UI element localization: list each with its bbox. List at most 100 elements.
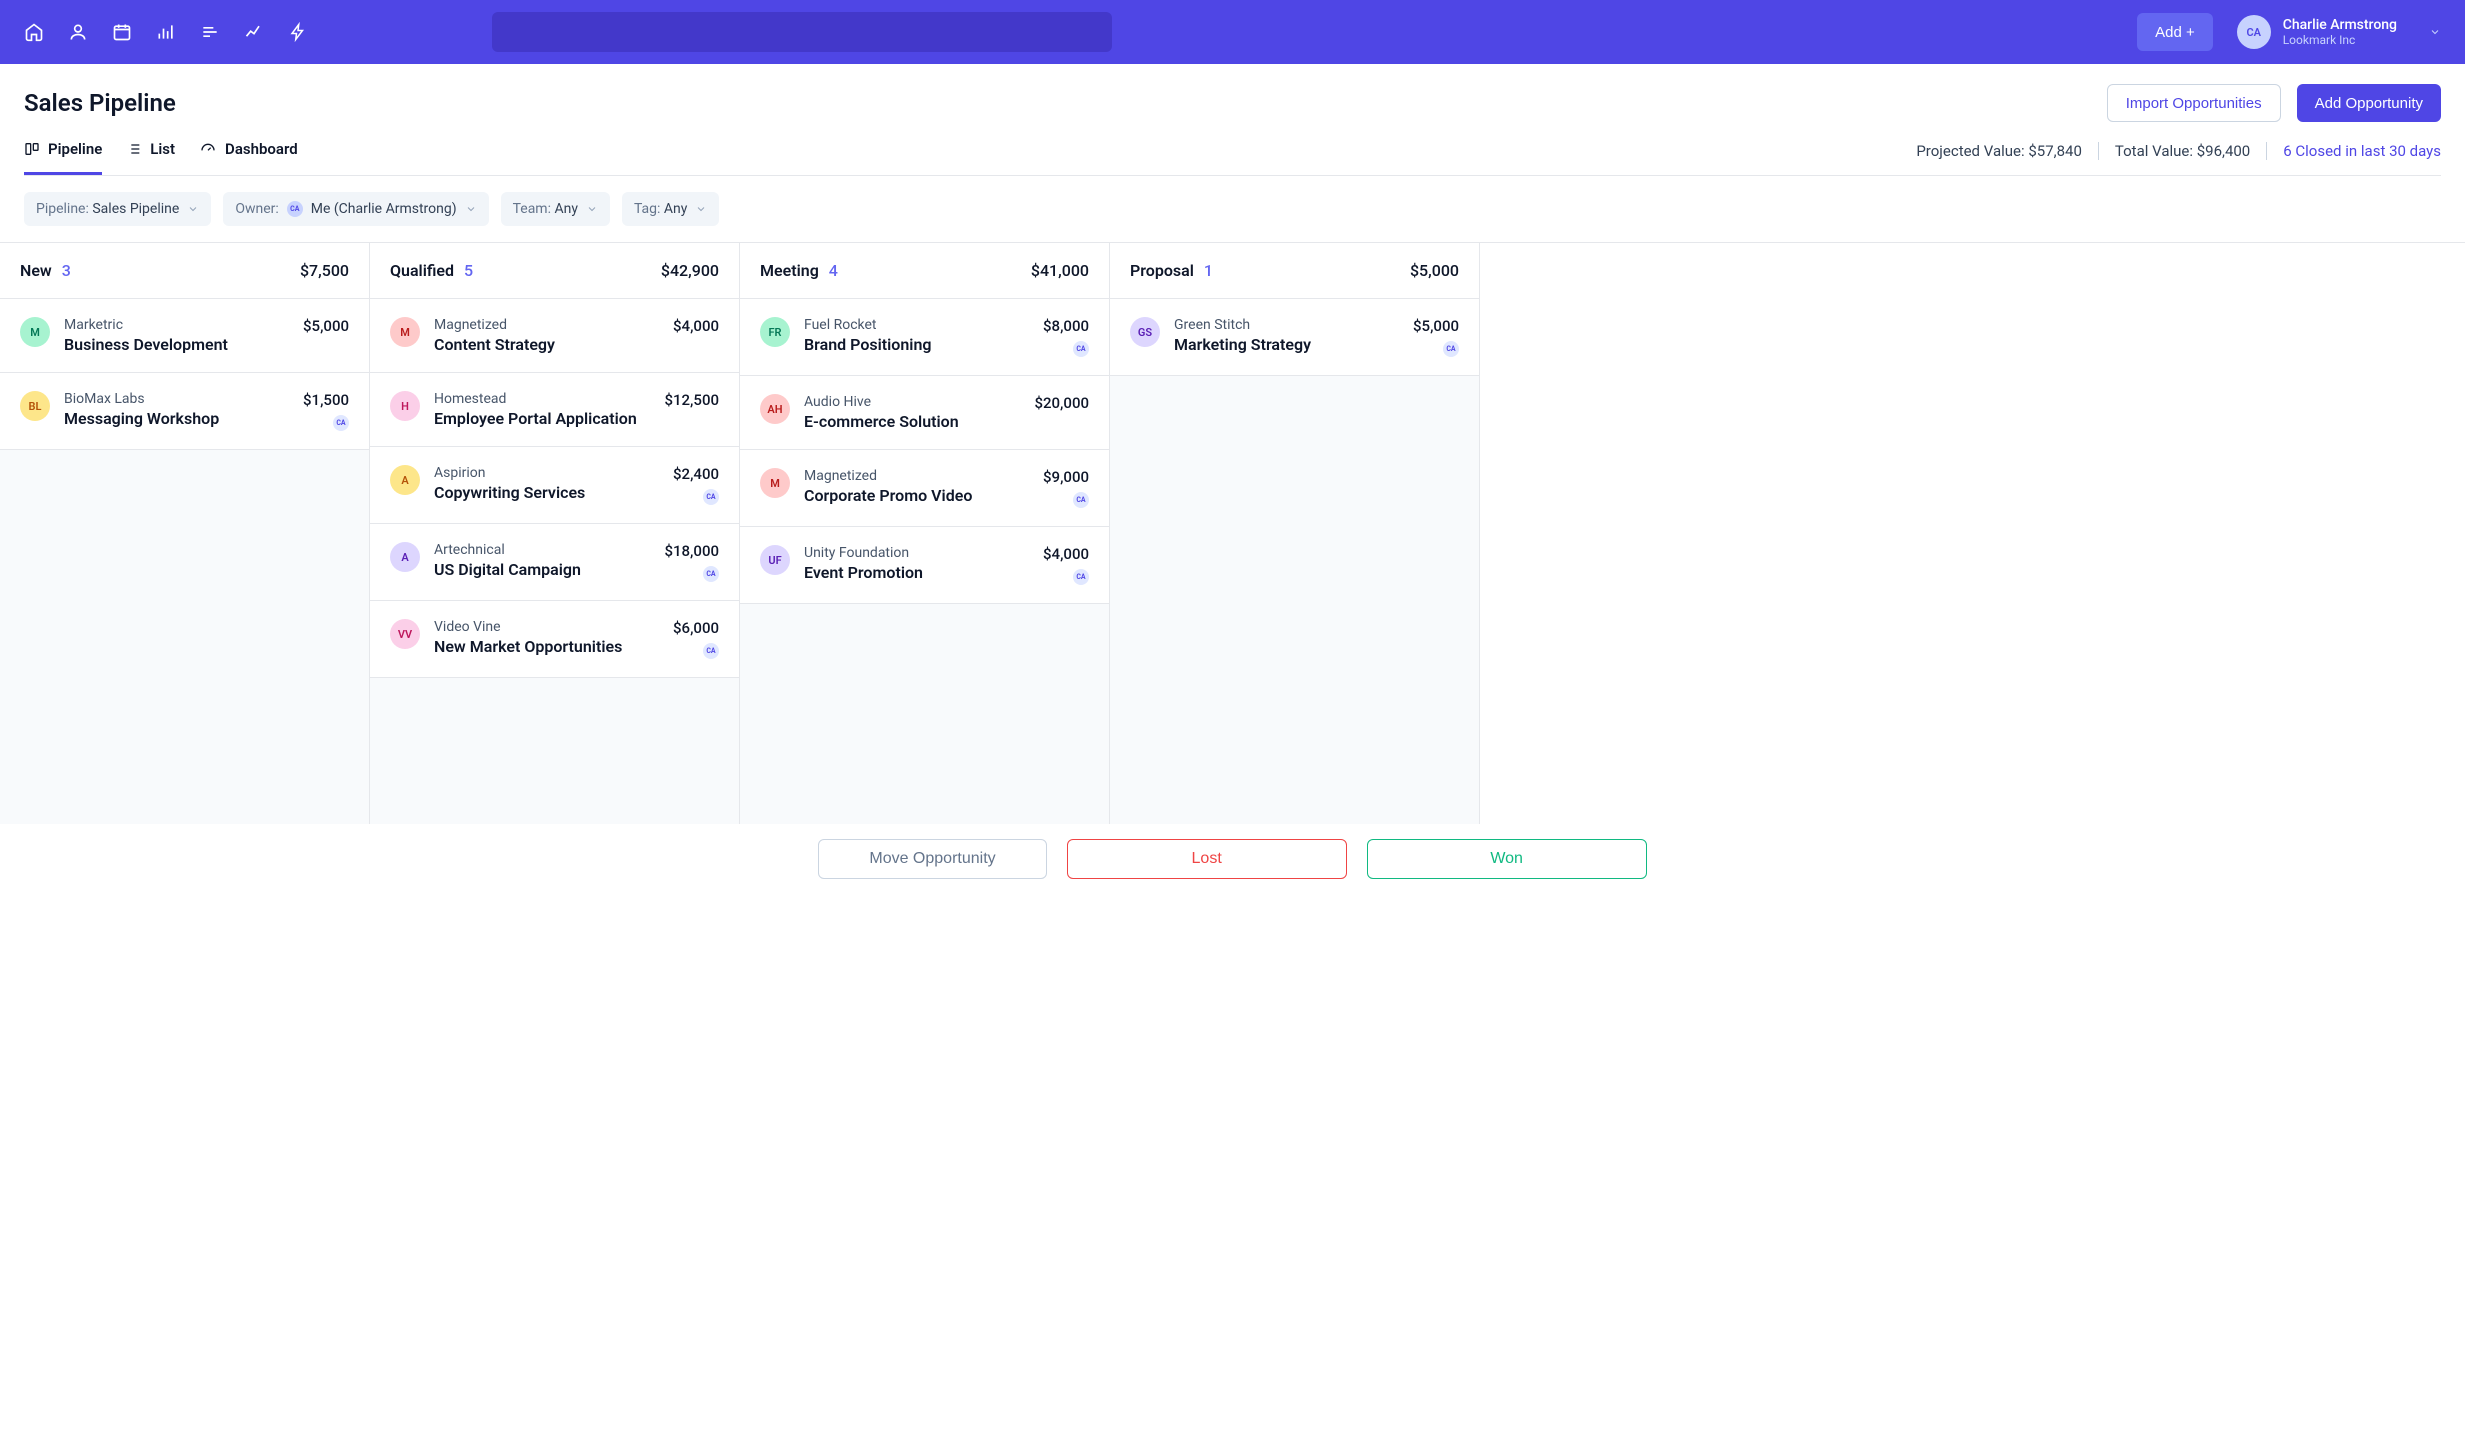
column-count: 4 xyxy=(829,261,838,280)
company-avatar: M xyxy=(20,317,50,347)
opportunity-card[interactable]: MMarketricBusiness Development$5,000 xyxy=(0,299,369,373)
card-company: Aspirion xyxy=(434,465,659,481)
card-company: Magnetized xyxy=(434,317,659,333)
home-icon[interactable] xyxy=(24,22,44,42)
card-price: $4,000 xyxy=(673,317,719,335)
card-company: Unity Foundation xyxy=(804,545,1029,561)
card-owner-avatar: CA xyxy=(703,566,719,582)
card-price: $1,500 xyxy=(303,391,349,409)
user-icon[interactable] xyxy=(68,22,88,42)
opportunity-card[interactable]: UFUnity FoundationEvent Promotion$4,000C… xyxy=(740,527,1109,604)
column-total: $7,500 xyxy=(300,261,349,280)
opportunity-card[interactable]: AHAudio HiveE-commerce Solution$20,000 xyxy=(740,376,1109,450)
calendar-icon[interactable] xyxy=(112,22,132,42)
user-name: Charlie Armstrong xyxy=(2283,17,2397,34)
company-avatar: A xyxy=(390,542,420,572)
opportunity-card[interactable]: AArtechnicalUS Digital Campaign$18,000CA xyxy=(370,524,739,601)
column-total: $5,000 xyxy=(1410,261,1459,280)
list-icon[interactable] xyxy=(200,22,220,42)
kanban-icon xyxy=(24,141,40,157)
card-title: Business Development xyxy=(64,335,289,354)
filter-pipeline[interactable]: Pipeline: Sales Pipeline xyxy=(24,192,211,226)
chevron-down-icon xyxy=(187,203,199,215)
add-opportunity-button[interactable]: Add Opportunity xyxy=(2297,84,2441,122)
opportunity-card[interactable]: GSGreen StitchMarketing Strategy$5,000CA xyxy=(1110,299,1479,376)
move-opportunity-button[interactable]: Move Opportunity xyxy=(818,839,1046,879)
app-topbar: Add + CA Charlie Armstrong Lookmark Inc xyxy=(0,0,2465,64)
card-company: Fuel Rocket xyxy=(804,317,1029,333)
tab-list[interactable]: List xyxy=(126,140,175,175)
divider xyxy=(2098,142,2099,160)
total-value: Total Value: $96,400 xyxy=(2115,142,2250,160)
pipeline-stats: Projected Value: $57,840 Total Value: $9… xyxy=(1916,142,2441,174)
card-title: Content Strategy xyxy=(434,335,659,354)
company-avatar: GS xyxy=(1130,317,1160,347)
won-button[interactable]: Won xyxy=(1367,839,1647,879)
company-avatar: M xyxy=(760,468,790,498)
card-price: $6,000 xyxy=(673,619,719,637)
opportunity-card[interactable]: FRFuel RocketBrand Positioning$8,000CA xyxy=(740,299,1109,376)
card-price: $5,000 xyxy=(303,317,349,335)
opportunity-card[interactable]: MMagnetizedCorporate Promo Video$9,000CA xyxy=(740,450,1109,527)
gauge-icon xyxy=(199,141,217,157)
card-owner-avatar: CA xyxy=(1073,492,1089,508)
opportunity-card[interactable]: M Magnetized Content Strategy $4,000 xyxy=(370,299,739,373)
pipeline-column: New 3$7,500MMarketricBusiness Developmen… xyxy=(0,243,370,824)
opportunity-card[interactable]: HHomesteadEmployee Portal Application$12… xyxy=(370,373,739,447)
card-title: Brand Positioning xyxy=(804,335,1029,354)
tab-label: Pipeline xyxy=(48,140,102,158)
opportunity-card[interactable]: AAspirionCopywriting Services$2,400CA xyxy=(370,447,739,524)
pipeline-column: Meeting 4$41,000FRFuel RocketBrand Posit… xyxy=(740,243,1110,824)
bolt-icon[interactable] xyxy=(288,22,308,42)
trend-icon[interactable] xyxy=(244,22,264,42)
card-price: $8,000 xyxy=(1043,317,1089,335)
chevron-down-icon xyxy=(2429,23,2441,42)
chevron-down-icon xyxy=(586,203,598,215)
search-input[interactable] xyxy=(492,12,1112,52)
column-body: GSGreen StitchMarketing Strategy$5,000CA xyxy=(1110,299,1479,824)
card-price: $2,400 xyxy=(673,465,719,483)
card-company: Audio Hive xyxy=(804,394,1020,410)
lost-button[interactable]: Lost xyxy=(1067,839,1347,879)
import-opportunities-button[interactable]: Import Opportunities xyxy=(2107,84,2281,122)
company-avatar: A xyxy=(390,465,420,495)
column-body: FRFuel RocketBrand Positioning$8,000CAAH… xyxy=(740,299,1109,824)
list-icon xyxy=(126,141,142,157)
card-owner-avatar: CA xyxy=(333,415,349,431)
card-title: Employee Portal Application xyxy=(434,409,650,428)
column-header: Meeting 4$41,000 xyxy=(740,243,1109,299)
closed-link[interactable]: 6 Closed in last 30 days xyxy=(2283,142,2441,160)
column-name: Qualified xyxy=(390,261,454,280)
card-price: $12,500 xyxy=(664,391,719,409)
opportunity-card[interactable]: BLBioMax LabsMessaging Workshop$1,500CA xyxy=(0,373,369,450)
column-count: 1 xyxy=(1204,261,1213,280)
user-menu[interactable]: CA Charlie Armstrong Lookmark Inc xyxy=(2237,15,2441,49)
card-title: Event Promotion xyxy=(804,563,1029,582)
card-title: New Market Opportunities xyxy=(434,637,659,656)
column-count: 3 xyxy=(62,261,71,280)
column-header: Proposal 1 $5,000 xyxy=(1110,243,1479,299)
card-title: E-commerce Solution xyxy=(804,412,1020,431)
column-header: New 3 $7,500 xyxy=(0,243,369,299)
column-total: $42,900 xyxy=(661,261,719,280)
opportunity-card[interactable]: VVVideo VineNew Market Opportunities$6,0… xyxy=(370,601,739,678)
filter-owner[interactable]: Owner: CA Me (Charlie Armstrong) xyxy=(223,192,488,226)
company-avatar: AH xyxy=(760,394,790,424)
column-name: Proposal xyxy=(1130,261,1194,280)
company-avatar: UF xyxy=(760,545,790,575)
action-footer: Move Opportunity Lost Won xyxy=(0,824,2465,894)
tab-pipeline[interactable]: Pipeline xyxy=(24,140,102,175)
tab-dashboard[interactable]: Dashboard xyxy=(199,140,298,175)
bar-chart-icon[interactable] xyxy=(156,22,176,42)
company-avatar: BL xyxy=(20,391,50,421)
pipeline-board: New 3$7,500MMarketricBusiness Developmen… xyxy=(0,242,2465,824)
card-company: Homestead xyxy=(434,391,650,407)
card-title: US Digital Campaign xyxy=(434,560,650,579)
add-button[interactable]: Add + xyxy=(2137,13,2213,51)
company-avatar: M xyxy=(390,317,420,347)
card-title: Copywriting Services xyxy=(434,483,659,502)
filter-tag[interactable]: Tag: Any xyxy=(622,192,719,226)
filter-team[interactable]: Team: Any xyxy=(501,192,610,226)
column-name: New xyxy=(20,261,52,280)
nav-icon-group xyxy=(24,22,308,42)
